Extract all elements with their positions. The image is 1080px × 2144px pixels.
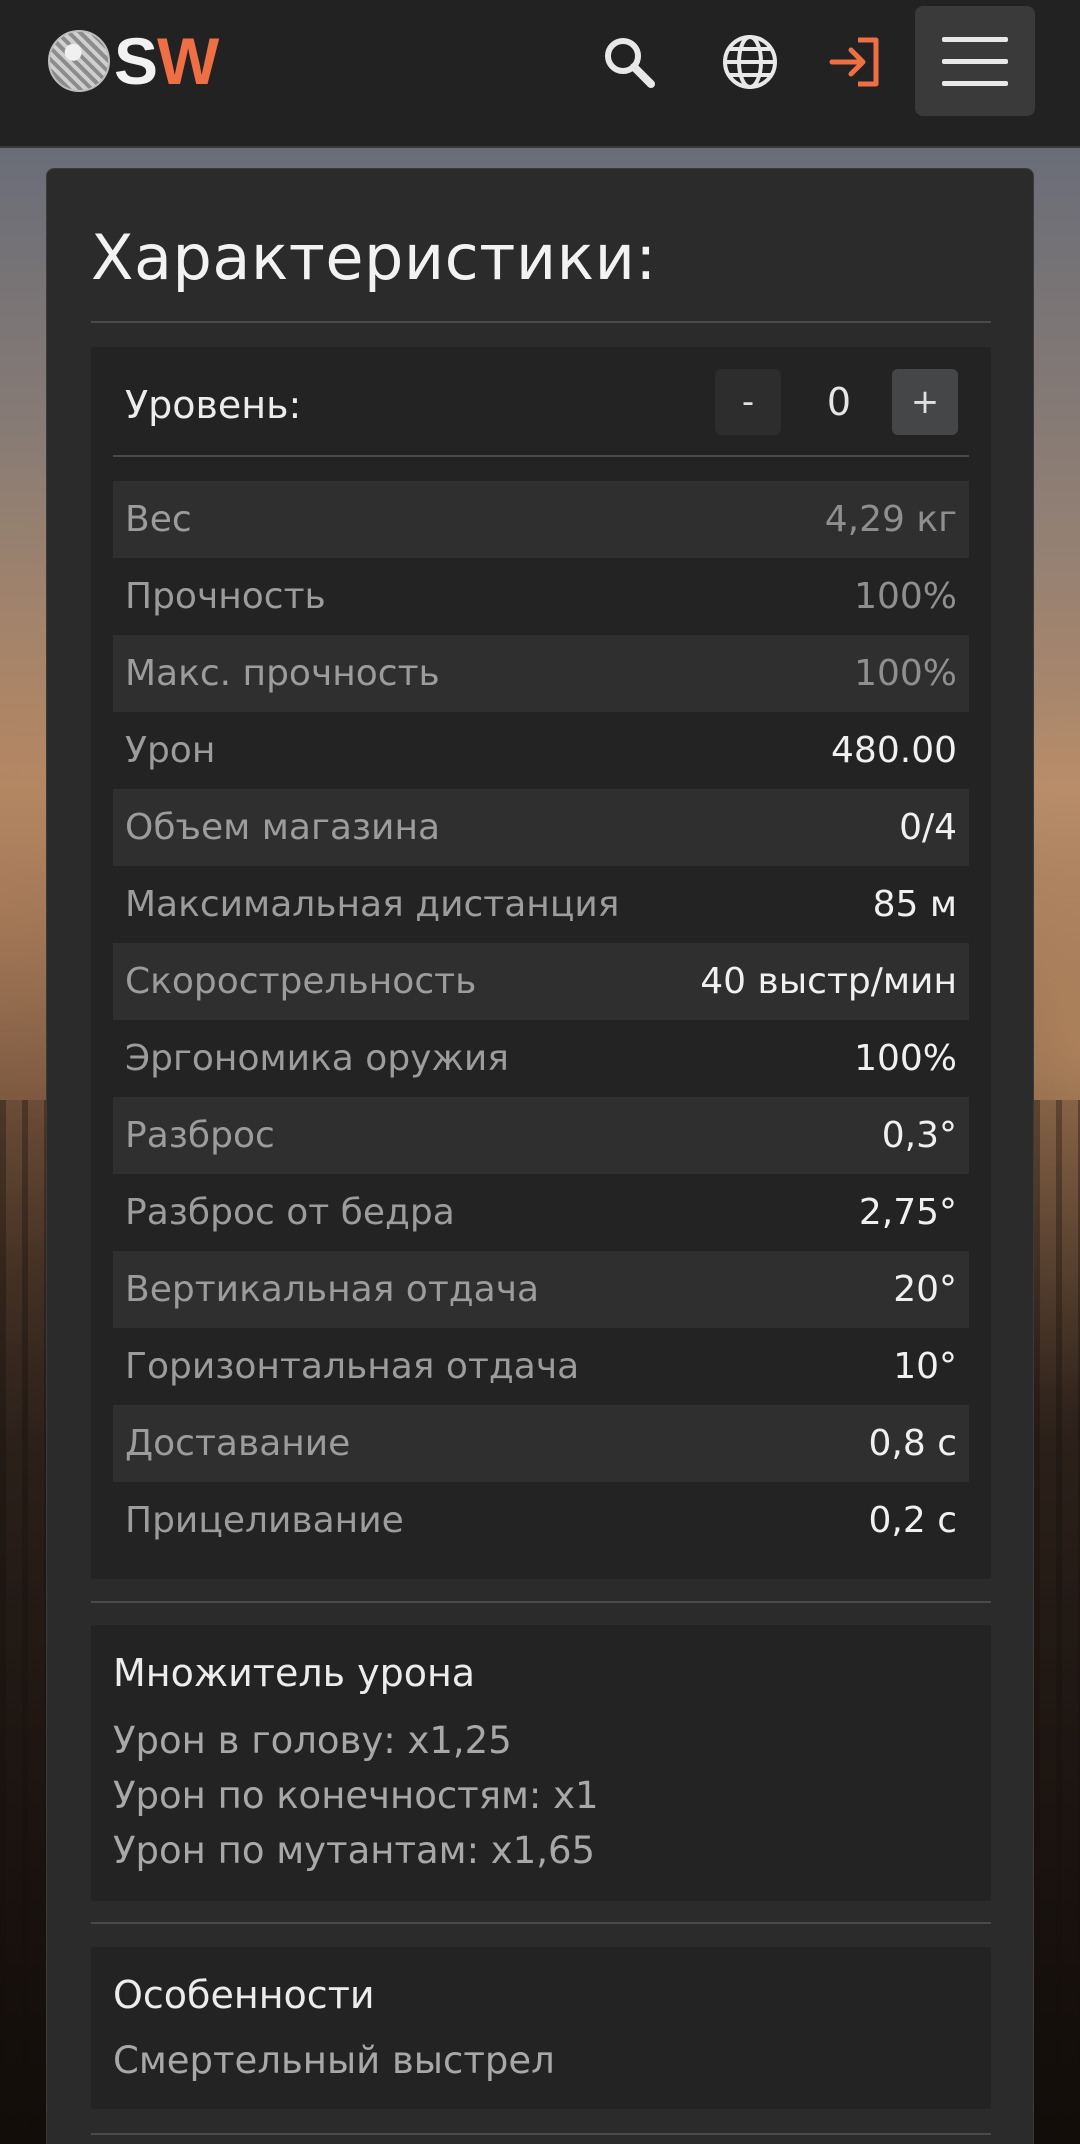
damage-multiplier-line: Урон по мутантам: x1,65	[113, 1829, 596, 1872]
stat-value: 100%	[854, 1038, 957, 1079]
stat-value: 85 м	[872, 884, 957, 925]
divider	[91, 321, 991, 323]
divider	[113, 455, 969, 457]
stat-row: Доставание 0,8 с	[113, 1405, 969, 1482]
stat-label: Урон	[125, 730, 216, 771]
stat-row: Вес 4,29 кг	[113, 481, 969, 558]
stat-label: Макс. прочность	[125, 653, 440, 694]
stat-label: Скорострельность	[125, 961, 477, 1002]
stats-table: Вес 4,29 кг Прочность 100% Макс. прочнос…	[113, 481, 969, 1559]
stat-value: 100%	[854, 653, 957, 694]
stat-label: Доставание	[125, 1423, 351, 1464]
level-label: Уровень:	[125, 383, 302, 427]
stat-row: Прочность 100%	[113, 558, 969, 635]
stat-value: 10°	[893, 1346, 957, 1387]
divider	[91, 1601, 991, 1603]
logo-letter-w: W	[157, 24, 219, 98]
damage-multiplier-panel: Множитель урона Урон в голову: x1,25 Уро…	[91, 1625, 991, 1901]
stat-row: Разброс 0,3°	[113, 1097, 969, 1174]
site-logo[interactable]: S W	[48, 24, 219, 98]
logo-globe-icon	[48, 30, 110, 92]
stat-label: Максимальная дистанция	[125, 884, 620, 925]
menu-icon[interactable]	[915, 6, 1035, 116]
stat-label: Горизонтальная отдача	[125, 1346, 580, 1387]
stat-value: 0,3°	[881, 1115, 957, 1156]
stat-value: 20°	[893, 1269, 957, 1310]
logo-letter-s: S	[114, 24, 158, 98]
damage-multiplier-line: Урон по конечностям: x1	[113, 1774, 599, 1817]
stat-row: Урон 480.00	[113, 712, 969, 789]
stat-value: 40 выстр/мин	[700, 961, 957, 1002]
characteristics-card: Характеристики: Уровень: - 0 + Вес 4,29 …	[46, 168, 1034, 2144]
stat-label: Вес	[125, 499, 192, 540]
stat-row: Разброс от бедра 2,75°	[113, 1174, 969, 1251]
stat-value: 480.00	[831, 730, 957, 771]
top-navbar: S W	[0, 0, 1080, 148]
stat-value: 0,8 с	[868, 1423, 958, 1464]
stat-row: Вертикальная отдача 20°	[113, 1251, 969, 1328]
stat-label: Прочность	[125, 576, 326, 617]
level-increase-button[interactable]: +	[892, 369, 958, 435]
stat-value: 2,75°	[858, 1192, 957, 1233]
stat-label: Разброс	[125, 1115, 275, 1156]
globe-icon[interactable]	[716, 28, 784, 96]
divider	[91, 2133, 991, 2135]
stat-row: Эргономика оружия 100%	[113, 1020, 969, 1097]
stat-row: Прицеливание 0,2 с	[113, 1482, 969, 1559]
divider	[91, 1922, 991, 1924]
page-title: Характеристики:	[91, 221, 657, 294]
stat-label: Объем магазина	[125, 807, 441, 848]
stat-row: Скорострельность 40 выстр/мин	[113, 943, 969, 1020]
stat-label: Вертикальная отдача	[125, 1269, 540, 1310]
stat-row: Макс. прочность 100%	[113, 635, 969, 712]
damage-multiplier-title: Множитель урона	[113, 1651, 476, 1695]
login-icon[interactable]	[822, 28, 890, 96]
stat-value: 4,29 кг	[824, 499, 957, 540]
level-value: 0	[826, 380, 852, 424]
level-decrease-button[interactable]: -	[715, 369, 781, 435]
damage-multiplier-line: Урон в голову: x1,25	[113, 1719, 512, 1762]
search-icon[interactable]	[595, 28, 663, 96]
features-title: Особенности	[113, 1973, 375, 2017]
stat-value: 100%	[854, 576, 957, 617]
stat-value: 0/4	[899, 807, 957, 848]
stat-value: 0,2 с	[868, 1500, 958, 1541]
stat-label: Разброс от бедра	[125, 1192, 455, 1233]
stat-row: Максимальная дистанция 85 м	[113, 866, 969, 943]
features-panel: Особенности Смертельный выстрел	[91, 1947, 991, 2109]
stat-row: Объем магазина 0/4	[113, 789, 969, 866]
stat-label: Прицеливание	[125, 1500, 404, 1541]
stat-label: Эргономика оружия	[125, 1038, 509, 1079]
stat-row: Горизонтальная отдача 10°	[113, 1328, 969, 1405]
feature-item: Смертельный выстрел	[113, 2039, 555, 2082]
stats-box: Уровень: - 0 + Вес 4,29 кг Прочность 100…	[91, 347, 991, 1579]
